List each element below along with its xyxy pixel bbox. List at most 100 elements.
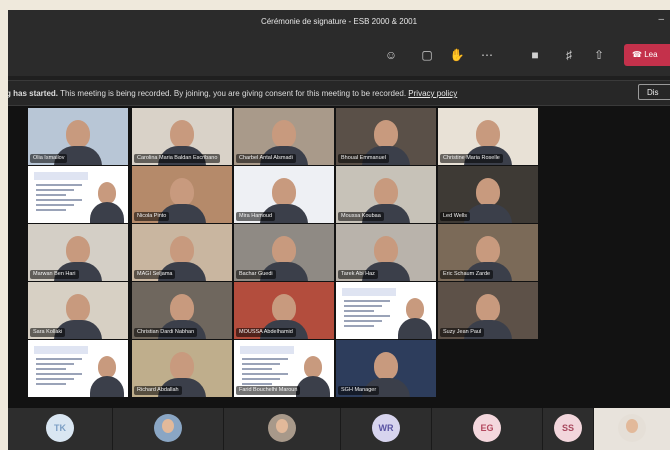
slide-text-line: [36, 363, 74, 365]
participant-video-tile[interactable]: Charbel Antal Alsmadi: [234, 108, 334, 165]
participant-video-tile[interactable]: Farid Bouchelhi Maroun: [234, 340, 334, 397]
participant-video-tile[interactable]: Carolina Maria Baldan Escribano: [132, 108, 232, 165]
participant-head: [66, 120, 90, 148]
participant-name-label: Eric Schaum Zarde: [440, 270, 494, 279]
participant-head: [98, 356, 116, 378]
participant-video-tile[interactable]: Led Wells: [438, 166, 538, 223]
raise-hand-icon[interactable]: ✋: [448, 46, 466, 64]
shared-slide-thumbnail: [340, 286, 398, 332]
slide-text-line: [36, 184, 82, 186]
participant-video-tile[interactable]: Suzy Jean Paul: [438, 282, 538, 339]
slide-text-line: [344, 320, 382, 322]
avatar-photo: [618, 414, 646, 442]
slide-text-line: [36, 204, 74, 206]
participant-head: [374, 178, 398, 206]
avatar-initials: SS: [554, 414, 582, 442]
participant-name-label: SGH Manager: [338, 386, 380, 395]
more-actions-icon[interactable]: ⋯: [478, 46, 496, 64]
slide-text-line: [36, 373, 82, 375]
participant-video-tile[interactable]: Tarek Abi Haz: [336, 224, 436, 281]
participant-thumbnail[interactable]: EG: [432, 408, 543, 450]
shared-slide-thumbnail: [32, 170, 90, 216]
participant-video-tile[interactable]: MAGI Seljama: [132, 224, 232, 281]
participant-head: [170, 236, 194, 264]
participant-name-label: Richard Abdallah: [134, 386, 182, 395]
slide-text-line: [344, 325, 374, 327]
participant-video-tile[interactable]: Moussa Koubaa: [336, 166, 436, 223]
share-screen-icon[interactable]: ⇧: [590, 46, 608, 64]
participant-head: [374, 352, 398, 380]
participant-head: [476, 294, 500, 322]
participant-video-tile[interactable]: Bachar Guedi: [234, 224, 334, 281]
participant-head: [272, 120, 296, 148]
participant-video-tile[interactable]: Christine Maria Roselle: [438, 108, 538, 165]
participant-thumbnail[interactable]: [113, 408, 224, 450]
leave-label: Lea: [644, 50, 658, 59]
participant-video-tile[interactable]: [336, 282, 436, 339]
participant-video-tile[interactable]: Olia Ismailov: [28, 108, 128, 165]
participant-video-tile[interactable]: Richard Abdallah: [132, 340, 232, 397]
avatar-photo: [268, 414, 296, 442]
participant-name-label: Olia Ismailov: [30, 154, 68, 163]
participant-name-label: Christine Maria Roselle: [440, 154, 503, 163]
slide-text-line: [242, 363, 280, 365]
participant-thumbnail[interactable]: [594, 408, 670, 450]
participant-head: [66, 236, 90, 264]
camera-icon[interactable]: ■: [526, 46, 544, 64]
slide-header: [34, 346, 88, 354]
slide-text-line: [36, 189, 74, 191]
participant-video-tile[interactable]: Eric Schaum Zarde: [438, 224, 538, 281]
participant-thumbnail[interactable]: WR: [341, 408, 432, 450]
participant-name-label: MOUSSA Abdelhamid: [236, 328, 296, 337]
participant-video-tile[interactable]: Christian Dardi Nabhan: [132, 282, 232, 339]
participant-name-label: Moussa Koubaa: [338, 212, 384, 221]
participant-video-tile[interactable]: SGH Manager: [336, 340, 436, 397]
recording-banner: g has started. This meeting is being rec…: [8, 80, 670, 106]
participant-video-tile[interactable]: Marwan Ben Hari: [28, 224, 128, 281]
avatar-face: [162, 419, 174, 433]
slide-text-line: [344, 315, 390, 317]
minimize-button[interactable]: –: [658, 14, 664, 25]
participant-head: [272, 178, 296, 206]
title-bar: Cérémonie de signature - ESB 2000 & 2001…: [8, 10, 670, 34]
participant-video-tile[interactable]: [28, 166, 128, 223]
avatar-initials: WR: [372, 414, 400, 442]
participant-name-label: Suzy Jean Paul: [440, 328, 485, 337]
teams-meeting-window: Cérémonie de signature - ESB 2000 & 2001…: [8, 10, 670, 450]
privacy-policy-link[interactable]: Privacy policy: [408, 89, 457, 98]
mic-muted-icon[interactable]: ♯: [560, 46, 578, 64]
participant-name-label: Tarek Abi Haz: [338, 270, 378, 279]
meeting-toolbar: ☺ ▢ ✋ ⋯ ■ ♯ ⇧ ☎ Lea: [8, 34, 670, 76]
participant-head: [170, 178, 194, 206]
participant-name-label: MAGI Seljama: [134, 270, 176, 279]
participant-name-label: Sara Kollaki: [30, 328, 66, 337]
participant-video-tile[interactable]: [28, 340, 128, 397]
participant-thumbnail[interactable]: [224, 408, 341, 450]
recording-consent-text: This meeting is being recorded. By joini…: [58, 89, 409, 98]
participant-head: [406, 298, 424, 320]
participant-video-tile[interactable]: Sara Kollaki: [28, 282, 128, 339]
dismiss-button[interactable]: Dis: [638, 84, 670, 100]
participant-name-label: Charbel Antal Alsmadi: [236, 154, 296, 163]
chat-icon[interactable]: ▢: [418, 46, 436, 64]
participant-thumbnail[interactable]: TK: [8, 408, 113, 450]
participant-thumbnail[interactable]: SS: [543, 408, 594, 450]
window-title: Cérémonie de signature - ESB 2000 & 2001: [260, 17, 418, 26]
participant-video-tile[interactable]: Nicola Pinto: [132, 166, 232, 223]
participant-video-tile[interactable]: MOUSSA Abdelhamid: [234, 282, 334, 339]
participant-name-label: Farid Bouchelhi Maroun: [236, 386, 301, 395]
leave-button[interactable]: ☎ Lea: [624, 44, 670, 66]
participant-head: [170, 352, 194, 380]
slide-text-line: [344, 300, 390, 302]
participant-name-label: Bhoual Emmanuel: [338, 154, 389, 163]
participants-icon[interactable]: ☺: [382, 46, 400, 64]
participant-head: [66, 294, 90, 322]
participant-video-tile[interactable]: Mira Hamoud: [234, 166, 334, 223]
participant-name-label: Nicola Pinto: [134, 212, 170, 221]
slide-text-line: [242, 373, 288, 375]
slide-text-line: [344, 305, 382, 307]
video-grid: Olia Ismailov Carolina Maria Baldan Escri…: [8, 106, 670, 408]
participant-head: [170, 294, 194, 322]
participant-video-tile[interactable]: Bhoual Emmanuel: [336, 108, 436, 165]
slide-text-line: [36, 209, 66, 211]
